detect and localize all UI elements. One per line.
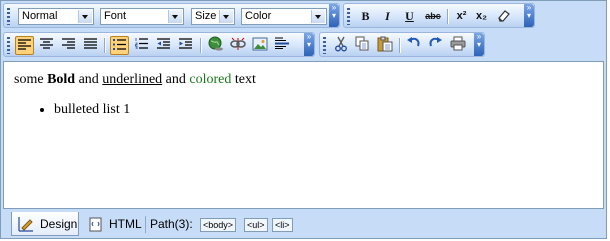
align-left-button[interactable] <box>15 36 34 55</box>
bulleted-list-icon <box>113 39 126 50</box>
paste-button[interactable] <box>375 36 394 55</box>
image-icon <box>252 37 267 51</box>
chevron-down-icon <box>219 10 233 23</box>
html-document-icon <box>89 217 102 232</box>
plain-text: some <box>14 72 48 87</box>
status-bar: Design HTML Path(3): <body> <ul> <li> <box>1 212 606 238</box>
path-tag-ul[interactable]: <ul> <box>244 218 268 232</box>
redo-icon <box>429 37 442 47</box>
redo-button[interactable] <box>426 36 445 55</box>
horizontal-rule-icon <box>274 37 289 49</box>
tab-html[interactable]: HTML <box>87 212 143 236</box>
font-value: Font <box>104 10 127 22</box>
toolbar-grip[interactable] <box>7 8 10 25</box>
toolbar-row-1: Normal Font Size Color » ▾ B I U abc x² … <box>1 1 606 30</box>
bulleted-list: bulleted list 1 <box>4 102 603 118</box>
toolbar-separator <box>399 38 401 53</box>
outdent-button[interactable] <box>154 36 173 55</box>
printer-icon <box>450 36 465 51</box>
html-editor: Normal Font Size Color » ▾ B I U abc x² … <box>0 0 607 239</box>
bold-button[interactable]: B <box>356 7 375 26</box>
eraser-button[interactable] <box>494 7 513 26</box>
chevron-down-icon <box>168 10 182 23</box>
undo-button[interactable] <box>404 36 423 55</box>
font-select[interactable]: Font <box>100 8 184 25</box>
plain-text: and <box>162 72 190 87</box>
numbered-list-button[interactable] <box>132 36 151 55</box>
plain-text: text <box>231 72 256 87</box>
align-right-button[interactable] <box>59 36 78 55</box>
cut-button[interactable] <box>331 36 350 55</box>
strikethrough-button[interactable]: abc <box>422 7 444 26</box>
justify-icon <box>84 38 97 49</box>
tab-html-label: HTML <box>109 217 142 231</box>
eraser-icon <box>497 10 510 22</box>
undo-icon <box>407 37 420 47</box>
path-tag-li[interactable]: <li> <box>272 218 293 232</box>
toolbar-options-chevron[interactable]: » ▾ <box>474 33 484 56</box>
toolbar-grip[interactable] <box>347 8 350 25</box>
underlined-text: underlined <box>102 72 163 87</box>
align-center-button[interactable] <box>37 36 56 55</box>
format-toolbar: Normal Font Size Color » ▾ <box>3 3 340 28</box>
insert-link-button[interactable] <box>206 36 225 55</box>
indent-icon <box>179 38 192 49</box>
style-toolbar: B I U abc x² x₂ » ▾ <box>343 3 535 28</box>
tab-design[interactable]: Design <box>11 212 79 236</box>
plain-text: and <box>75 72 103 87</box>
toolbar-grip[interactable] <box>7 37 10 54</box>
list-item: bulleted list 1 <box>54 102 603 118</box>
italic-button[interactable]: I <box>378 7 397 26</box>
horizontal-rule-button[interactable] <box>272 36 291 55</box>
paragraph-format-select[interactable]: Normal <box>18 8 94 25</box>
toolbar-area: Normal Font Size Color » ▾ B I U abc x² … <box>1 1 606 59</box>
remove-link-button[interactable] <box>228 36 247 55</box>
toolbar-options-chevron[interactable]: » ▾ <box>304 33 314 56</box>
justify-button[interactable] <box>81 36 100 55</box>
copy-icon <box>355 36 369 51</box>
align-left-icon <box>18 39 31 50</box>
numbered-list-icon <box>135 38 148 50</box>
chevron-down-icon <box>78 10 92 23</box>
superscript-button[interactable]: x² <box>452 7 471 26</box>
paste-icon <box>377 36 392 52</box>
paragraph-format-value: Normal <box>22 10 58 22</box>
edit-toolbar: » ▾ <box>319 32 485 57</box>
size-value: Size <box>195 10 217 22</box>
content-paragraph: some Bold and underlined and colored tex… <box>14 72 603 88</box>
toolbar-separator <box>104 38 106 53</box>
toolbar-options-chevron[interactable]: » ▾ <box>329 4 339 27</box>
size-select[interactable]: Size <box>191 8 235 25</box>
colored-text: colored <box>189 72 232 87</box>
paragraph-toolbar: » ▾ <box>3 32 315 57</box>
toolbar-options-chevron[interactable]: » ▾ <box>524 4 534 27</box>
editor-content-area[interactable]: some Bold and underlined and colored tex… <box>3 61 604 209</box>
toolbar-separator <box>447 9 449 24</box>
toolbar-row-2: » ▾ » ▾ <box>1 30 606 59</box>
indent-button[interactable] <box>176 36 195 55</box>
toolbar-grip[interactable] <box>323 37 326 54</box>
status-separator <box>145 216 146 233</box>
color-value: Color <box>245 10 272 22</box>
chevron-down-icon <box>311 10 325 23</box>
scissors-icon <box>334 36 347 52</box>
underline-button[interactable]: U <box>400 7 419 26</box>
design-pencil-icon <box>18 217 33 232</box>
toolbar-separator <box>200 38 202 53</box>
align-center-icon <box>40 38 53 49</box>
align-right-icon <box>62 38 75 49</box>
tab-design-label: Design <box>40 217 78 231</box>
print-button[interactable] <box>448 36 467 55</box>
subscript-button[interactable]: x₂ <box>472 7 491 26</box>
bold-text: Bold <box>47 72 76 87</box>
unlink-icon <box>229 37 246 50</box>
insert-image-button[interactable] <box>250 36 269 55</box>
globe-link-icon <box>208 36 223 51</box>
path-tag-body[interactable]: <body> <box>200 218 237 232</box>
outdent-icon <box>157 38 170 49</box>
path-label: Path(3): <box>150 217 193 231</box>
copy-button[interactable] <box>353 36 372 55</box>
bulleted-list-button[interactable] <box>110 36 129 55</box>
color-select[interactable]: Color <box>241 8 327 25</box>
